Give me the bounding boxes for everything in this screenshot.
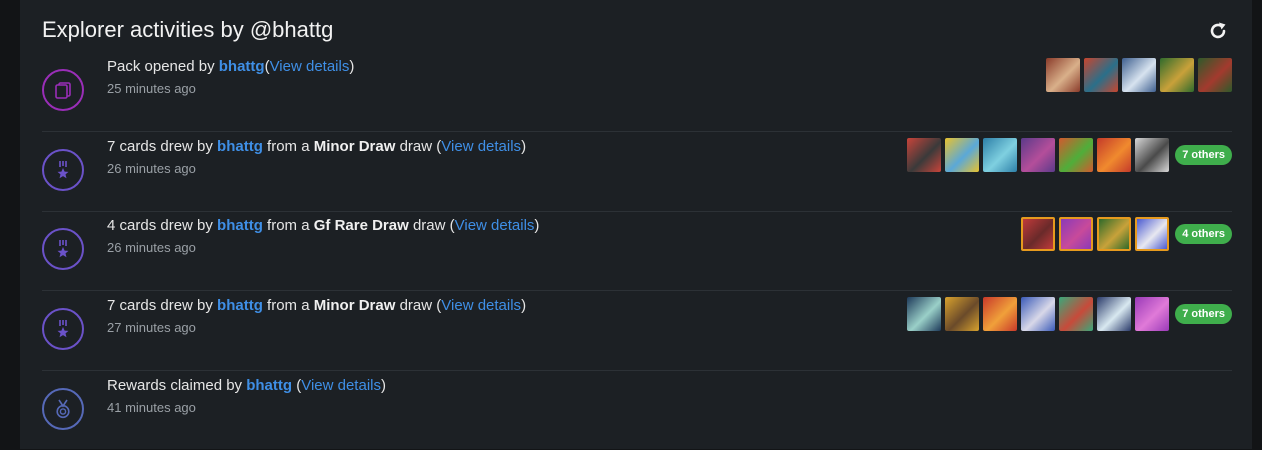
medal-star-icon <box>42 228 84 270</box>
card-thumbnail[interactable] <box>945 138 980 172</box>
user-link[interactable]: bhattg <box>246 377 292 394</box>
card-thumbnail[interactable] <box>907 297 942 331</box>
card-thumbnail[interactable] <box>1059 217 1094 251</box>
activity-suffix: draw <box>408 217 450 234</box>
card-thumbnail[interactable] <box>1198 58 1232 92</box>
draw-name: Minor Draw <box>313 297 396 314</box>
view-details-link[interactable]: View details <box>455 217 535 234</box>
activity-row: Pack opened by bhattg(View details) 25 mi… <box>42 52 1232 132</box>
activity-text: Rewards claimed by bhattg (View details)… <box>107 377 386 415</box>
activity-panel: Explorer activities by @bhattg Pack open… <box>20 0 1252 449</box>
view-details-link[interactable]: View details <box>441 297 521 314</box>
card-thumbnail[interactable] <box>1097 297 1132 331</box>
draw-name: Minor Draw <box>313 138 396 155</box>
activity-text: Pack opened by bhattg(View details) 25 mi… <box>107 58 354 96</box>
activity-description: 4 cards drew by bhattg from a Gf Rare Dr… <box>107 217 540 234</box>
activity-mid-text: from a <box>262 217 314 234</box>
activity-row: 7 cards drew by bhattg from a Minor Draw… <box>42 291 1232 371</box>
activity-row: Rewards claimed by bhattg (View details)… <box>42 371 1232 450</box>
cards-stack-icon <box>42 69 84 111</box>
card-thumbnail[interactable] <box>945 297 980 331</box>
card-thumbnail[interactable] <box>1135 217 1170 251</box>
card-thumbnail[interactable] <box>1160 58 1194 92</box>
activity-description: Pack opened by bhattg(View details) <box>107 58 355 75</box>
medal-star-icon <box>42 149 84 191</box>
activity-time: 27 minutes ago <box>107 320 196 335</box>
activity-prefix: 4 cards drew by <box>107 217 218 234</box>
card-thumbnail[interactable] <box>1097 217 1132 251</box>
activity-row: 4 cards drew by bhattg from a Gf Rare Dr… <box>42 211 1232 291</box>
view-details-link[interactable]: View details <box>301 377 381 394</box>
activity-time: 26 minutes ago <box>107 240 196 255</box>
activity-mid-text: from a <box>262 138 314 155</box>
activity-description: 7 cards drew by bhattg from a Minor Draw… <box>107 297 527 314</box>
card-thumbnails: 7 others <box>907 138 1232 172</box>
others-badge[interactable]: 7 others <box>1175 304 1232 324</box>
card-thumbnail[interactable] <box>1046 58 1080 92</box>
card-thumbnail[interactable] <box>1135 138 1170 172</box>
activity-text: 4 cards drew by bhattg from a Gf Rare Dr… <box>107 217 539 255</box>
refresh-icon[interactable] <box>1207 20 1229 42</box>
card-thumbnail[interactable] <box>907 138 942 172</box>
draw-name: Gf Rare Draw <box>313 217 409 234</box>
card-thumbnails <box>1046 58 1232 92</box>
reward-medal-icon <box>42 388 84 430</box>
activity-prefix: Pack opened by <box>107 58 219 75</box>
activity-time: 26 minutes ago <box>107 161 196 176</box>
activity-description: 7 cards drew by bhattg from a Minor Draw… <box>107 138 527 155</box>
activity-prefix: 7 cards drew by <box>107 297 218 314</box>
activity-mid-text: from a <box>262 297 314 314</box>
card-thumbnail[interactable] <box>1059 297 1094 331</box>
medal-star-icon <box>42 308 84 350</box>
card-thumbnail[interactable] <box>1021 297 1056 331</box>
activity-description: Rewards claimed by bhattg (View details) <box>107 377 386 394</box>
activity-suffix: draw <box>395 138 437 155</box>
card-thumbnail[interactable] <box>1084 58 1118 92</box>
view-details-link[interactable]: View details <box>441 138 521 155</box>
activity-prefix: Rewards claimed by <box>107 377 247 394</box>
user-link[interactable]: bhattg <box>217 217 263 234</box>
others-badge[interactable]: 7 others <box>1175 145 1232 165</box>
card-thumbnails: 7 others <box>907 297 1232 331</box>
card-thumbnail[interactable] <box>983 297 1018 331</box>
activity-text: 7 cards drew by bhattg from a Minor Draw… <box>107 138 526 176</box>
card-thumbnail[interactable] <box>1021 138 1056 172</box>
card-thumbnail[interactable] <box>1059 138 1094 172</box>
card-thumbnail[interactable] <box>1021 217 1056 251</box>
page-title: Explorer activities by @bhattg <box>42 17 334 42</box>
user-link[interactable]: bhattg <box>219 58 265 75</box>
card-thumbnails: 4 others <box>1021 217 1232 251</box>
card-thumbnail[interactable] <box>1135 297 1170 331</box>
view-details-link[interactable]: View details <box>270 58 350 75</box>
activity-prefix: 7 cards drew by <box>107 138 218 155</box>
card-thumbnail[interactable] <box>983 138 1018 172</box>
activity-suffix <box>292 377 296 394</box>
activity-suffix: draw <box>395 297 437 314</box>
activity-text: 7 cards drew by bhattg from a Minor Draw… <box>107 297 526 335</box>
activity-row: 7 cards drew by bhattg from a Minor Draw… <box>42 132 1232 212</box>
activity-time: 41 minutes ago <box>107 400 196 415</box>
card-thumbnail[interactable] <box>1122 58 1156 92</box>
card-thumbnail[interactable] <box>1097 138 1132 172</box>
user-link[interactable]: bhattg <box>217 138 263 155</box>
activity-time: 25 minutes ago <box>107 81 196 96</box>
user-link[interactable]: bhattg <box>217 297 263 314</box>
others-badge[interactable]: 4 others <box>1175 224 1232 244</box>
